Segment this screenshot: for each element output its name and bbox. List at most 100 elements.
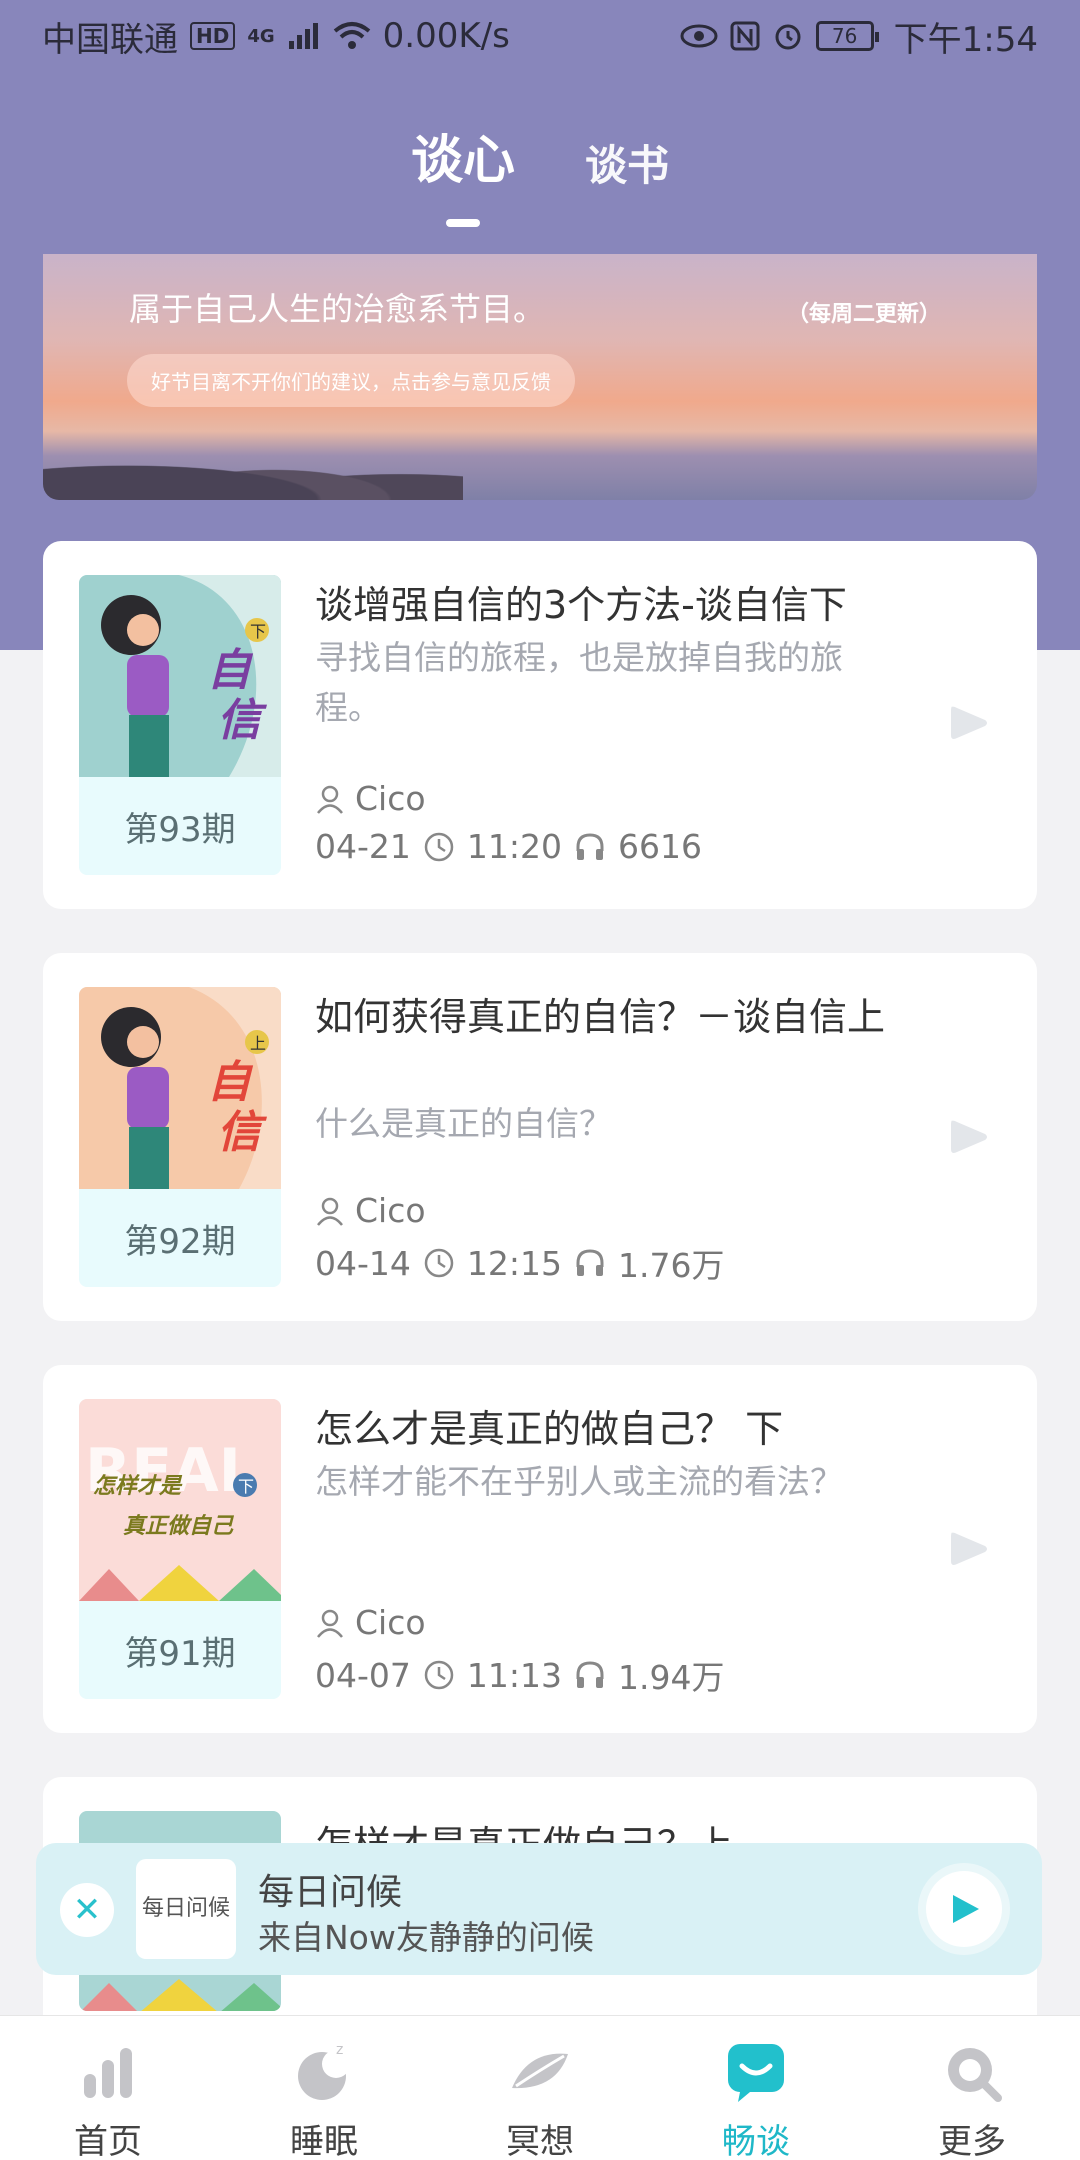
headphones-icon (576, 1249, 604, 1276)
nav-label: 冥想 (506, 2122, 574, 2160)
author-name: Cico (355, 779, 426, 818)
episode-meta: 04-21 11:20 6616 (315, 827, 702, 866)
play-icon (953, 1895, 979, 1923)
episode-title: 怎么才是真正的做自己？ 下 (315, 1407, 784, 1451)
wifi-icon (333, 22, 370, 49)
feather-icon (512, 2053, 568, 2089)
issue-number: 第92期 (124, 1221, 236, 1262)
tab-label: 谈心 (410, 131, 515, 191)
cover-illustration: REAL 怎样才是 真正做自己 下 (79, 1399, 281, 1601)
nav-label: 睡眠 (290, 2122, 358, 2160)
episode-card[interactable]: 自 信 下 第93期 谈增强自信的3个方法-谈自信下 寻找自信的旅程，也是放掉自… (43, 541, 1037, 909)
tab-talk-books[interactable]: 谈书 (585, 132, 669, 193)
svg-text:z: z (336, 2042, 343, 2058)
episode-author: Cico (315, 1603, 426, 1642)
nfc-icon (730, 21, 760, 51)
close-icon[interactable]: ✕ (60, 1883, 114, 1937)
episode-author: Cico (315, 1191, 426, 1230)
program-banner[interactable]: 属于自己人生的治愈系节目。 （每周二更新） 好节目离不开你们的建议，点击参与意见… (43, 254, 1037, 500)
episode-title: 如何获得真正的自信？－谈自信上 (315, 995, 886, 1039)
network-speed: 0.00K/s (382, 16, 510, 56)
mini-player-play-button[interactable] (926, 1871, 1002, 1947)
headphones-icon (576, 832, 604, 860)
episode-description: 什么是真正的自信？ (315, 1104, 612, 1143)
cover-text-line2: 真正做自己 (123, 1514, 235, 1539)
svg-text:自: 自 (207, 645, 254, 696)
clock-icon (424, 1660, 454, 1690)
bar-chart-icon (84, 2048, 132, 2098)
nav-item-meditate[interactable]: 冥想 (460, 2040, 620, 2160)
episode-author: Cico (315, 779, 426, 818)
carrier-label: 中国联通 (42, 19, 178, 60)
mini-player[interactable]: ✕ 每日问候 每日问候 来自Now友静静的问候 (36, 1843, 1042, 1975)
author-name: Cico (355, 1603, 426, 1642)
cover-tag: 下 (250, 622, 266, 641)
episode-date: 04-21 (315, 827, 411, 866)
network-type: 4G (247, 25, 275, 47)
chat-icon (728, 2044, 784, 2102)
battery-indicator: 76 (815, 21, 879, 51)
mini-player-title: 每日问候 (258, 1872, 403, 1913)
play-icon[interactable] (947, 1529, 989, 1569)
moon-icon: z (298, 2042, 350, 2100)
nav-label: 畅谈 (722, 2122, 790, 2160)
search-icon (948, 2048, 1002, 2102)
clock-icon (424, 1248, 454, 1278)
signal-icon (288, 23, 318, 49)
clock-icon (424, 832, 454, 861)
feedback-button[interactable]: 好节目离不开你们的建议，点击参与意见反馈 (127, 354, 575, 407)
nav-item-home[interactable]: 首页 (28, 2040, 188, 2160)
headphones-icon (576, 1661, 604, 1688)
alarm-icon (775, 24, 801, 50)
episode-card[interactable]: REAL 怎样才是 真正做自己 下 第91期 怎么才是真正的做自己？ 下 怎样才… (43, 1365, 1037, 1733)
user-icon (317, 785, 343, 814)
episode-duration: 12:15 (466, 1243, 562, 1283)
mini-player-thumbnail: 每日问候 (136, 1859, 236, 1959)
episode-duration: 11:20 (466, 827, 562, 866)
episode-description: 怎样才能不在乎别人或主流的看法？ (315, 1462, 843, 1501)
top-tabs: 谈心 谈书 (0, 118, 1080, 227)
episode-meta: 04-07 11:13 1.94万 (315, 1651, 724, 1699)
svg-text:信: 信 (217, 1107, 267, 1158)
episode-card[interactable]: 自 信 上 第92期 如何获得真正的自信？－谈自信上 什么是真正的自信？ Cic… (43, 953, 1037, 1321)
user-icon (317, 1197, 343, 1226)
episode-duration: 11:13 (466, 1655, 562, 1695)
play-count: 6616 (618, 827, 702, 866)
hd-badge: HD (190, 22, 236, 50)
episode-date: 04-07 (315, 1655, 411, 1695)
clock: 下午1:54 (893, 19, 1038, 60)
nav-item-talk[interactable]: 畅谈 (676, 2040, 836, 2160)
mini-player-subtitle: 来自Now友静静的问候 (258, 1918, 594, 1957)
nav-label: 更多 (938, 2122, 1006, 2160)
svg-text:信: 信 (217, 695, 267, 746)
episode-cover: 自 信 上 第92期 (79, 987, 281, 1287)
banner-schedule-note: （每周二更新） (786, 302, 941, 327)
status-bar: 中国联通 HD 4G 0.00K/s 76 下午1:54 (0, 0, 1080, 72)
play-icon[interactable] (947, 703, 989, 743)
episode-date: 04-14 (315, 1243, 411, 1283)
eye-icon (680, 24, 718, 48)
cover-text-line1: 怎样才是 (93, 1473, 183, 1499)
nav-item-more[interactable]: 更多 (892, 2040, 1052, 2160)
play-count: 1.76万 (618, 1246, 725, 1285)
episode-cover: 自 信 下 第93期 (79, 575, 281, 875)
author-name: Cico (355, 1191, 426, 1230)
tab-talk-heart[interactable]: 谈心 (410, 118, 515, 227)
episode-meta: 04-14 12:15 1.76万 (315, 1239, 724, 1287)
episode-description: 寻找自信的旅程，也是放掉自我的旅程。 (315, 638, 843, 727)
banner-text: 属于自己人生的治愈系节目。 (129, 290, 546, 328)
cover-tag: 下 (238, 1477, 254, 1496)
issue-number: 第91期 (124, 1633, 236, 1674)
tab-label: 谈书 (585, 141, 670, 190)
user-icon (317, 1609, 343, 1638)
svg-text:自: 自 (207, 1057, 254, 1108)
bottom-navigation: 首页 z 睡眠 冥想 畅谈 更多 (0, 2015, 1080, 2160)
episode-title: 谈增强自信的3个方法-谈自信下 (315, 583, 847, 627)
banner-rocks-image (43, 440, 463, 500)
nav-item-sleep[interactable]: z 睡眠 (244, 2040, 404, 2160)
episode-cover: REAL 怎样才是 真正做自己 下 第91期 (79, 1399, 281, 1699)
play-icon[interactable] (947, 1117, 989, 1157)
issue-number: 第93期 (124, 809, 236, 850)
active-tab-indicator (445, 219, 480, 227)
cover-illustration: 自 信 下 (79, 575, 281, 777)
